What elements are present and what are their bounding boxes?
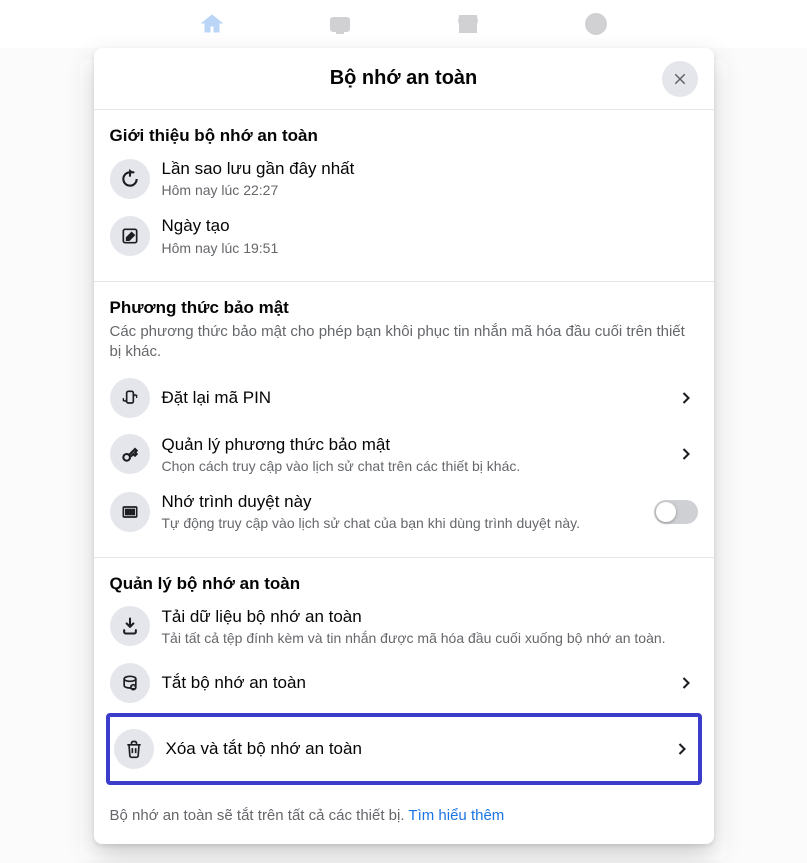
last-backup-label: Lần sao lưu gần đây nhất: [162, 158, 698, 179]
download-icon: [110, 606, 150, 646]
edit-icon: [110, 216, 150, 256]
key-icon: [110, 434, 150, 474]
turn-off-content: Tắt bộ nhớ an toàn: [162, 672, 662, 693]
storage-off-icon: [110, 663, 150, 703]
chevron-right-icon: [674, 386, 698, 410]
remember-browser-sub: Tự động truy cập vào lịch sử chat của bạ…: [162, 514, 642, 532]
secure-storage-modal: Bộ nhớ an toàn Giới thiệu bộ nhớ an toàn…: [94, 48, 714, 844]
intro-title: Giới thiệu bộ nhớ an toàn: [110, 126, 698, 146]
manage-section: Quản lý bộ nhớ an toàn Tải dữ liệu bộ nh…: [94, 558, 714, 795]
footer-note: Bộ nhớ an toàn sẽ tắt trên tất cả các th…: [94, 795, 714, 844]
delete-turn-off-label: Xóa và tắt bộ nhớ an toàn: [166, 738, 658, 759]
turn-off-row[interactable]: Tắt bộ nhớ an toàn: [110, 655, 698, 711]
remember-browser-label: Nhớ trình duyệt này: [162, 491, 642, 512]
manage-security-content: Quản lý phương thức bảo mật Chọn cách tr…: [162, 434, 662, 475]
delete-turn-off-content: Xóa và tắt bộ nhớ an toàn: [166, 738, 658, 759]
phone-swap-icon: [110, 378, 150, 418]
chevron-right-icon: [674, 442, 698, 466]
chevron-right-icon: [670, 737, 694, 761]
security-section: Phương thức bảo mật Các phương thức bảo …: [94, 282, 714, 558]
intro-section: Giới thiệu bộ nhớ an toàn Lần sao lưu gầ…: [94, 110, 714, 282]
remember-browser-content: Nhớ trình duyệt này Tự động truy cập vào…: [162, 491, 642, 532]
browser-icon: [110, 492, 150, 532]
last-backup-content: Lần sao lưu gần đây nhất Hôm nay lúc 22:…: [162, 158, 698, 199]
turn-off-label: Tắt bộ nhớ an toàn: [162, 672, 662, 693]
chevron-right-icon: [674, 671, 698, 695]
last-backup-time: Hôm nay lúc 22:27: [162, 181, 698, 199]
close-icon: [671, 70, 689, 88]
toggle-knob: [656, 502, 676, 522]
manage-title: Quản lý bộ nhớ an toàn: [110, 574, 698, 594]
modal-header: Bộ nhớ an toàn: [94, 48, 714, 110]
delete-turn-off-row[interactable]: Xóa và tắt bộ nhớ an toàn: [114, 723, 694, 775]
footer-text: Bộ nhớ an toàn sẽ tắt trên tất cả các th…: [110, 807, 409, 824]
last-backup-row: Lần sao lưu gần đây nhất Hôm nay lúc 22:…: [110, 150, 698, 207]
created-label: Ngày tạo: [162, 215, 698, 236]
download-data-sub: Tải tất cả tệp đính kèm và tin nhắn được…: [162, 629, 698, 647]
modal-title: Bộ nhớ an toàn: [330, 67, 478, 90]
manage-security-label: Quản lý phương thức bảo mật: [162, 434, 662, 455]
security-title: Phương thức bảo mật: [110, 298, 698, 318]
security-desc: Các phương thức bảo mật cho phép bạn khô…: [110, 322, 698, 362]
download-data-label: Tải dữ liệu bộ nhớ an toàn: [162, 606, 698, 627]
download-data-row[interactable]: Tải dữ liệu bộ nhớ an toàn Tải tất cả tệ…: [110, 598, 698, 655]
remember-browser-row: Nhớ trình duyệt này Tự động truy cập vào…: [110, 483, 698, 540]
created-row: Ngày tạo Hôm nay lúc 19:51: [110, 207, 698, 264]
learn-more-link[interactable]: Tìm hiểu thêm: [408, 807, 504, 824]
reset-pin-label: Đặt lại mã PIN: [162, 387, 662, 408]
created-time: Hôm nay lúc 19:51: [162, 239, 698, 257]
delete-turn-off-highlight: Xóa và tắt bộ nhớ an toàn: [106, 713, 702, 785]
manage-security-sub: Chọn cách truy cập vào lịch sử chat trên…: [162, 457, 662, 475]
remember-browser-toggle[interactable]: [654, 500, 698, 524]
reset-pin-content: Đặt lại mã PIN: [162, 387, 662, 408]
close-button[interactable]: [662, 61, 698, 97]
trash-icon: [114, 729, 154, 769]
created-content: Ngày tạo Hôm nay lúc 19:51: [162, 215, 698, 256]
download-data-content: Tải dữ liệu bộ nhớ an toàn Tải tất cả tệ…: [162, 606, 698, 647]
reset-pin-row[interactable]: Đặt lại mã PIN: [110, 370, 698, 426]
refresh-icon: [110, 159, 150, 199]
manage-security-row[interactable]: Quản lý phương thức bảo mật Chọn cách tr…: [110, 426, 698, 483]
